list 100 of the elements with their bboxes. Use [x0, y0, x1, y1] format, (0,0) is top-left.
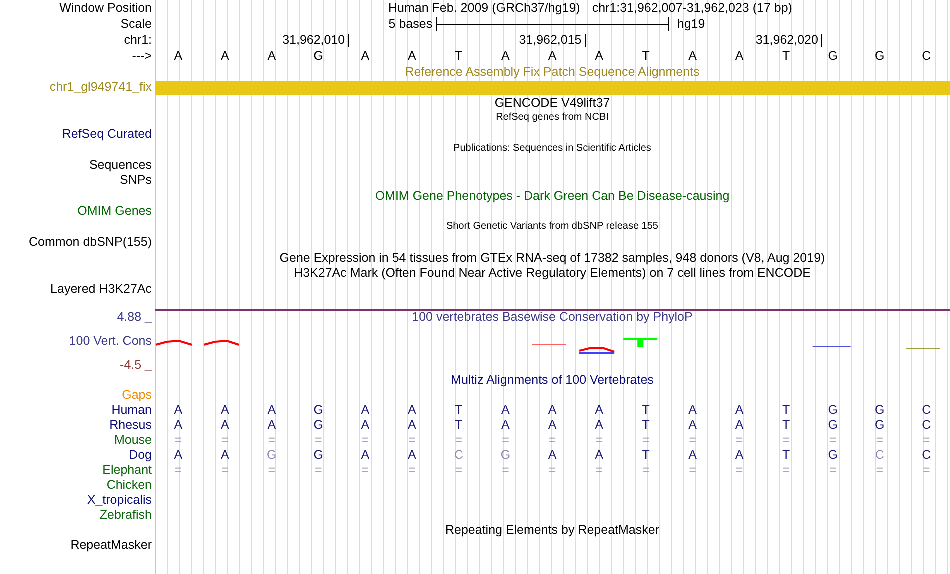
aligned-base: =: [829, 434, 837, 447]
aligned-base: =: [362, 464, 370, 477]
position-tick: 31,962,020: [756, 34, 822, 46]
aligned-base: =: [736, 464, 744, 477]
aligned-base: =: [736, 434, 744, 447]
aligned-base: =: [642, 464, 650, 477]
track-title: GENCODE V49lift37: [494, 96, 610, 109]
window-position: chr1:31,962,007-31,962,023 (17 bp): [592, 2, 792, 14]
aligned-base: C: [922, 404, 932, 417]
species-label: Dog: [129, 449, 152, 462]
aligned-base: =: [829, 464, 837, 477]
aligned-base: G: [828, 404, 838, 417]
aligned-base: A: [735, 419, 744, 432]
aligned-base: =: [315, 464, 322, 477]
aligned-base: G: [500, 449, 511, 462]
aligned-base: A: [502, 419, 510, 432]
aligned-base: T: [782, 404, 790, 417]
position-tick: 31,962,010: [282, 34, 350, 46]
aligned-base: G: [314, 404, 324, 417]
scale-length: 5 bases: [388, 18, 433, 30]
track-label[interactable]: RefSeq Curated: [62, 128, 152, 140]
aligned-base: A: [548, 419, 557, 432]
aligned-base: =: [221, 464, 229, 477]
base-letter: G: [828, 50, 838, 62]
aligned-base: A: [595, 419, 604, 432]
track-label[interactable]: Common dbSNP(155): [29, 236, 152, 248]
aligned-base: =: [268, 464, 276, 477]
aligned-base: =: [174, 434, 182, 447]
aligned-base: A: [595, 449, 604, 462]
base-letter: G: [314, 50, 324, 62]
track-title: 100 vertebrates Basewise Conservation by PhyloP: [412, 311, 693, 324]
aligned-base: T: [642, 449, 650, 462]
aligned-base: =: [455, 434, 463, 447]
aligned-base: A: [268, 404, 276, 417]
aligned-base: =: [922, 464, 930, 477]
track-title: H3K27Ac Mark (Often Found Near Active Regulatory Elements) on 7 cell lines from ENCODE: [294, 267, 811, 280]
gaps-label: Gaps: [122, 389, 152, 402]
species-label: Mouse: [114, 434, 152, 447]
aligned-base: G: [828, 449, 838, 462]
aligned-base: =: [876, 464, 884, 477]
axis-min-label: -4.5 _: [120, 359, 152, 372]
track-label[interactable]: Sequences: [89, 158, 152, 171]
aligned-base: =: [548, 434, 556, 447]
base-letter: A: [502, 50, 510, 62]
aligned-base: =: [174, 464, 182, 477]
aligned-base: =: [782, 434, 790, 447]
species-label: Elephant: [102, 464, 152, 477]
track-title: Gene Expression in 54 tissues from GTEx RNA-seq of 17382 samples, 948 donors (V8, Aug 2019): [280, 252, 826, 264]
aligned-base: A: [220, 404, 230, 417]
aligned-base: A: [174, 419, 183, 432]
aligned-base: T: [455, 419, 463, 432]
aligned-base: A: [688, 419, 697, 432]
aligned-base: =: [548, 464, 556, 477]
assembly-name: Human Feb. 2009 (GRCh37/hg19): [388, 2, 580, 14]
aligned-base: A: [361, 404, 370, 417]
base-letter: T: [782, 50, 790, 62]
aligned-base: A: [408, 419, 416, 432]
aligned-base: T: [455, 404, 463, 417]
aligned-base: =: [455, 464, 463, 477]
track-title: RefSeq genes from NCBI: [496, 113, 609, 124]
aligned-base: =: [408, 434, 416, 447]
aligned-base: =: [782, 464, 790, 477]
track-label[interactable]: Layered H3K27Ac: [50, 282, 152, 295]
species-label: Human: [112, 404, 152, 417]
aligned-base: G: [314, 449, 324, 462]
species-label: Rhesus: [110, 419, 152, 432]
track-title: Multiz Alignments of 100 Vertebrates: [451, 374, 654, 386]
aligned-base: A: [548, 404, 557, 417]
aligned-base: A: [268, 419, 276, 432]
chromosome-label: chr1:: [124, 34, 152, 46]
aligned-base: =: [408, 464, 416, 477]
track-label[interactable]: OMIM Genes: [78, 205, 152, 218]
aligned-base: =: [642, 434, 650, 447]
assembly-label: hg19: [677, 16, 706, 31]
base-letter: T: [455, 50, 463, 62]
aligned-base: =: [268, 434, 276, 447]
track-label[interactable]: 100 Vert. Cons: [69, 335, 152, 348]
aligned-base: =: [502, 434, 510, 447]
aligned-base: =: [502, 464, 510, 477]
position-tick: 31,962,015: [519, 34, 586, 46]
base-letter: A: [408, 50, 416, 62]
base-letter: T: [642, 50, 650, 62]
track-label[interactable]: RepeatMasker: [70, 539, 152, 552]
aligned-base: A: [735, 449, 744, 462]
aligned-base: A: [688, 404, 697, 417]
track-label[interactable]: SNPs: [120, 174, 152, 186]
aligned-base: A: [548, 449, 557, 462]
aligned-base: =: [922, 434, 930, 447]
aligned-base: G: [828, 419, 838, 432]
base-letter: A: [735, 50, 744, 62]
aligned-base: =: [689, 434, 696, 447]
aligned-base: C: [454, 449, 464, 462]
base-letter: A: [174, 50, 183, 62]
alignment-bar[interactable]: [155, 80, 950, 95]
track-title: Reference Assembly Fix Patch Sequence Alignments: [405, 66, 700, 78]
aligned-base: A: [361, 419, 370, 432]
aligned-base: A: [220, 449, 230, 462]
aligned-base: A: [174, 449, 183, 462]
aligned-base: C: [875, 449, 884, 462]
base-letter: A: [268, 50, 276, 62]
